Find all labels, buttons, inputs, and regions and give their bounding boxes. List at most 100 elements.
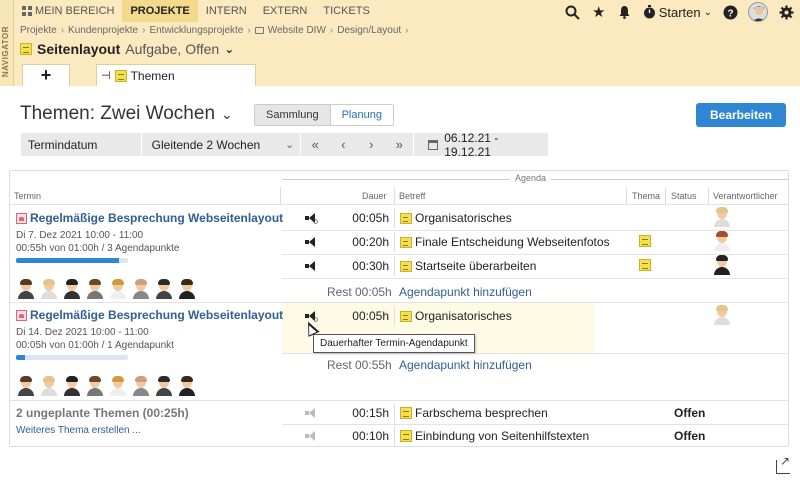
help-icon[interactable]: ? [722, 4, 738, 20]
participant-avatar[interactable] [62, 279, 82, 299]
thema-icon[interactable] [639, 235, 651, 250]
breadcrumb-item[interactable]: Entwicklungsprojekte [149, 25, 243, 36]
last-period-button[interactable]: » [385, 137, 413, 152]
nav-projekte[interactable]: PROJEKTE [122, 0, 198, 22]
speaker-icon [304, 236, 318, 248]
nav-extern[interactable]: EXTERN [255, 0, 316, 22]
page-subtitle: Aufgabe, Offen [125, 41, 220, 57]
date-range[interactable]: 06.12.21 - 19.12.21 [413, 131, 548, 159]
header-divider [10, 204, 788, 205]
nav-mein-bereich[interactable]: MEIN BEREICH [14, 0, 122, 22]
meeting-title[interactable]: Regelmäßige Besprechung Webseitenlayout [16, 308, 283, 322]
agenda-row[interactable]: 00:30h Startseite überarbeiten [282, 254, 789, 278]
participant-avatar[interactable] [177, 279, 197, 299]
period-navigation: « ‹ › » [300, 133, 413, 156]
bell-icon[interactable] [617, 4, 633, 20]
cell-divider [394, 403, 395, 423]
starten-label: Starten [658, 4, 701, 20]
nav-intern[interactable]: INTERN [198, 0, 255, 22]
tab-themen[interactable]: ⊣ Themen [96, 64, 256, 86]
agenda-duration: 00:30h [352, 259, 389, 273]
meeting-progress-text: 00:05h von 01:00h / 1 Agendapunkt [16, 340, 174, 351]
breadcrumb-item[interactable]: Website DIW [268, 25, 326, 36]
star-icon[interactable]: ★ [591, 4, 607, 21]
participant-avatar[interactable] [177, 376, 197, 396]
participant-avatar[interactable] [85, 376, 105, 396]
row-divider [282, 278, 788, 279]
add-tab-button[interactable]: + [22, 64, 70, 86]
participant-avatar[interactable] [154, 376, 174, 396]
participant-avatar[interactable] [39, 376, 59, 396]
col-header-termin: Termin [14, 191, 42, 201]
nav-tickets[interactable]: TICKETS [315, 0, 377, 22]
gear-icon[interactable] [778, 4, 794, 20]
meeting-progress-fill [16, 258, 120, 263]
export-icon[interactable] [776, 454, 790, 474]
page-title[interactable]: Seitenlayout Aufgabe, Offen ⌄ [20, 41, 234, 57]
meeting-title[interactable]: Regelmäßige Besprechung Webseitenlayout [16, 211, 283, 225]
next-period-button[interactable]: › [357, 137, 385, 152]
agenda-subject: Einbindung von Seitenhilfstexten [400, 429, 589, 443]
user-avatar[interactable] [748, 2, 768, 22]
participant-avatar[interactable] [154, 279, 174, 299]
nav-label: PROJEKTE [130, 5, 190, 17]
agenda-subject-text: Organisatorisches [415, 309, 512, 323]
responsible-avatar[interactable] [712, 305, 732, 325]
status-badge: Offen [674, 429, 706, 443]
agenda-row[interactable]: ⟲ 00:05h Organisatorisches [282, 304, 789, 328]
breadcrumb-item[interactable]: Kundenprojekte [68, 25, 138, 36]
responsible-avatar[interactable] [712, 207, 732, 227]
create-topic-link[interactable]: Weiteres Thema erstellen ... [16, 425, 141, 436]
edit-button[interactable]: Bearbeiten [696, 103, 786, 127]
participant-avatar[interactable] [108, 279, 128, 299]
participant-avatar[interactable] [108, 376, 128, 396]
agenda-row[interactable]: 00:15h Farbschema besprechen Offen [282, 401, 789, 425]
add-agenda-item-link[interactable]: Agendapunkt hinzufügen [399, 285, 532, 299]
speaker-icon [304, 407, 318, 419]
participant-avatar[interactable] [85, 279, 105, 299]
tab-planung[interactable]: Planung [329, 105, 393, 125]
participant-avatar[interactable] [62, 376, 82, 396]
chevron-down-icon: ⌄ [221, 105, 233, 122]
first-period-button[interactable]: « [301, 137, 329, 152]
participant-avatar[interactable] [131, 376, 151, 396]
navigator-strip[interactable]: NAVIGATOR [0, 0, 14, 86]
starten-button[interactable]: Starten ⌄ [643, 5, 712, 20]
agenda-duration: 00:05h [352, 211, 389, 225]
breadcrumb-item[interactable]: Design/Layout [337, 25, 401, 36]
svg-text:?: ? [727, 8, 733, 19]
search-icon[interactable] [565, 4, 581, 20]
period-select[interactable]: Gleitende 2 Wochen ⌄ [140, 133, 301, 156]
column-divider [665, 187, 666, 205]
breadcrumb-separator: › [247, 25, 251, 36]
responsible-avatar[interactable] [712, 231, 732, 251]
participant-avatar[interactable] [16, 376, 36, 396]
view-title[interactable]: Themen: Zwei Wochen ⌄ [20, 103, 233, 125]
participant-avatar[interactable] [131, 279, 151, 299]
meeting-icon [16, 212, 27, 224]
agenda-row[interactable]: 00:10h Einbindung von Seitenhilfstexten … [282, 424, 789, 448]
column-divider [280, 187, 281, 205]
responsible-avatar[interactable] [712, 255, 732, 275]
agenda-row[interactable]: ⟲ 00:05h Organisatorisches [282, 206, 789, 230]
tab-sammlung[interactable]: Sammlung [255, 105, 330, 125]
tooltip: Dauerhafter Termin-Agendapunkt [313, 334, 475, 353]
filter-bar: Termindatum Gleitende 2 Wochen ⌄ « ‹ › »… [21, 131, 548, 159]
topic-icon [400, 212, 412, 224]
calendar-icon [428, 139, 439, 150]
thema-icon[interactable] [639, 259, 651, 274]
participant-avatar[interactable] [39, 279, 59, 299]
agenda-subject-text: Finale Entscheidung Webseitenfotos [415, 235, 610, 249]
meeting-progress-bar [16, 258, 128, 263]
agenda-row[interactable]: 00:20h Finale Entscheidung Webseitenfoto… [282, 230, 789, 254]
grid-icon [22, 6, 32, 16]
column-divider [626, 187, 627, 205]
page-title-text: Seitenlayout [37, 41, 121, 57]
cell-divider [394, 306, 395, 326]
folder-icon [254, 27, 264, 34]
previous-period-button[interactable]: ‹ [329, 137, 357, 152]
breadcrumb-item[interactable]: Projekte [20, 25, 57, 36]
add-agenda-item-link[interactable]: Agendapunkt hinzufügen [399, 358, 532, 372]
agenda-subject: Finale Entscheidung Webseitenfotos [400, 235, 610, 249]
participant-avatar[interactable] [16, 279, 36, 299]
